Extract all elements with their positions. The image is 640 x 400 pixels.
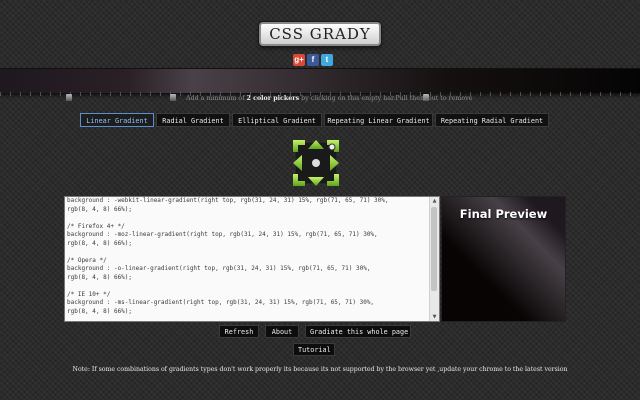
tab-repeating-linear-gradient[interactable]: Repeating Linear Gradient [324,113,433,127]
hint-text: by clicking on this empty bar.Pull them … [299,95,473,102]
refresh-button[interactable]: Refresh [219,325,259,338]
css-code-output[interactable]: background : -webkit-linear-gradient(rig… [64,196,440,322]
color-picker-handle[interactable] [170,94,176,101]
scroll-thumb[interactable] [431,207,437,291]
tab-linear-gradient[interactable]: Linear Gradient [80,113,154,127]
hint-bold-text: 2 color pickers [246,95,300,102]
about-button[interactable]: About [265,325,299,338]
css-code-text[interactable]: background : -webkit-linear-gradient(rig… [67,197,427,316]
color-picker-handle[interactable] [66,94,72,101]
code-scrollbar[interactable]: ▲ ▼ [429,197,439,321]
tutorial-button[interactable]: Tutorial [293,343,335,356]
tab-elliptical-gradient[interactable]: Elliptical Gradient [232,113,322,127]
gradient-bar[interactable] [0,68,640,94]
hint-text: Add a minimum of [186,95,247,102]
final-preview-panel: Final Preview [441,196,566,322]
scroll-up-arrow-icon[interactable]: ▲ [430,197,439,205]
tab-radial-gradient[interactable]: Radial Gradient [156,113,230,127]
gradient-bar-hint: Add a minimum of 2 color pickers by clic… [186,95,486,102]
direction-arrows-icon[interactable] [291,138,341,188]
app-title: CSS GRADY [259,22,381,46]
final-preview-title: Final Preview [459,207,548,221]
scroll-down-arrow-icon[interactable]: ▼ [430,313,439,321]
gradiate-page-button[interactable]: Gradiate this whole page [305,325,411,338]
facebook-icon[interactable]: f [307,54,319,66]
twitter-icon[interactable]: t [321,54,333,66]
app-logo-wrap: CSS GRADY [0,22,640,46]
browser-support-note: Note: If some combinations of gradients … [72,366,568,373]
tab-repeating-radial-gradient[interactable]: Repeating Radial Gradient [435,113,549,127]
google-plus-icon[interactable]: g+ [293,54,305,66]
